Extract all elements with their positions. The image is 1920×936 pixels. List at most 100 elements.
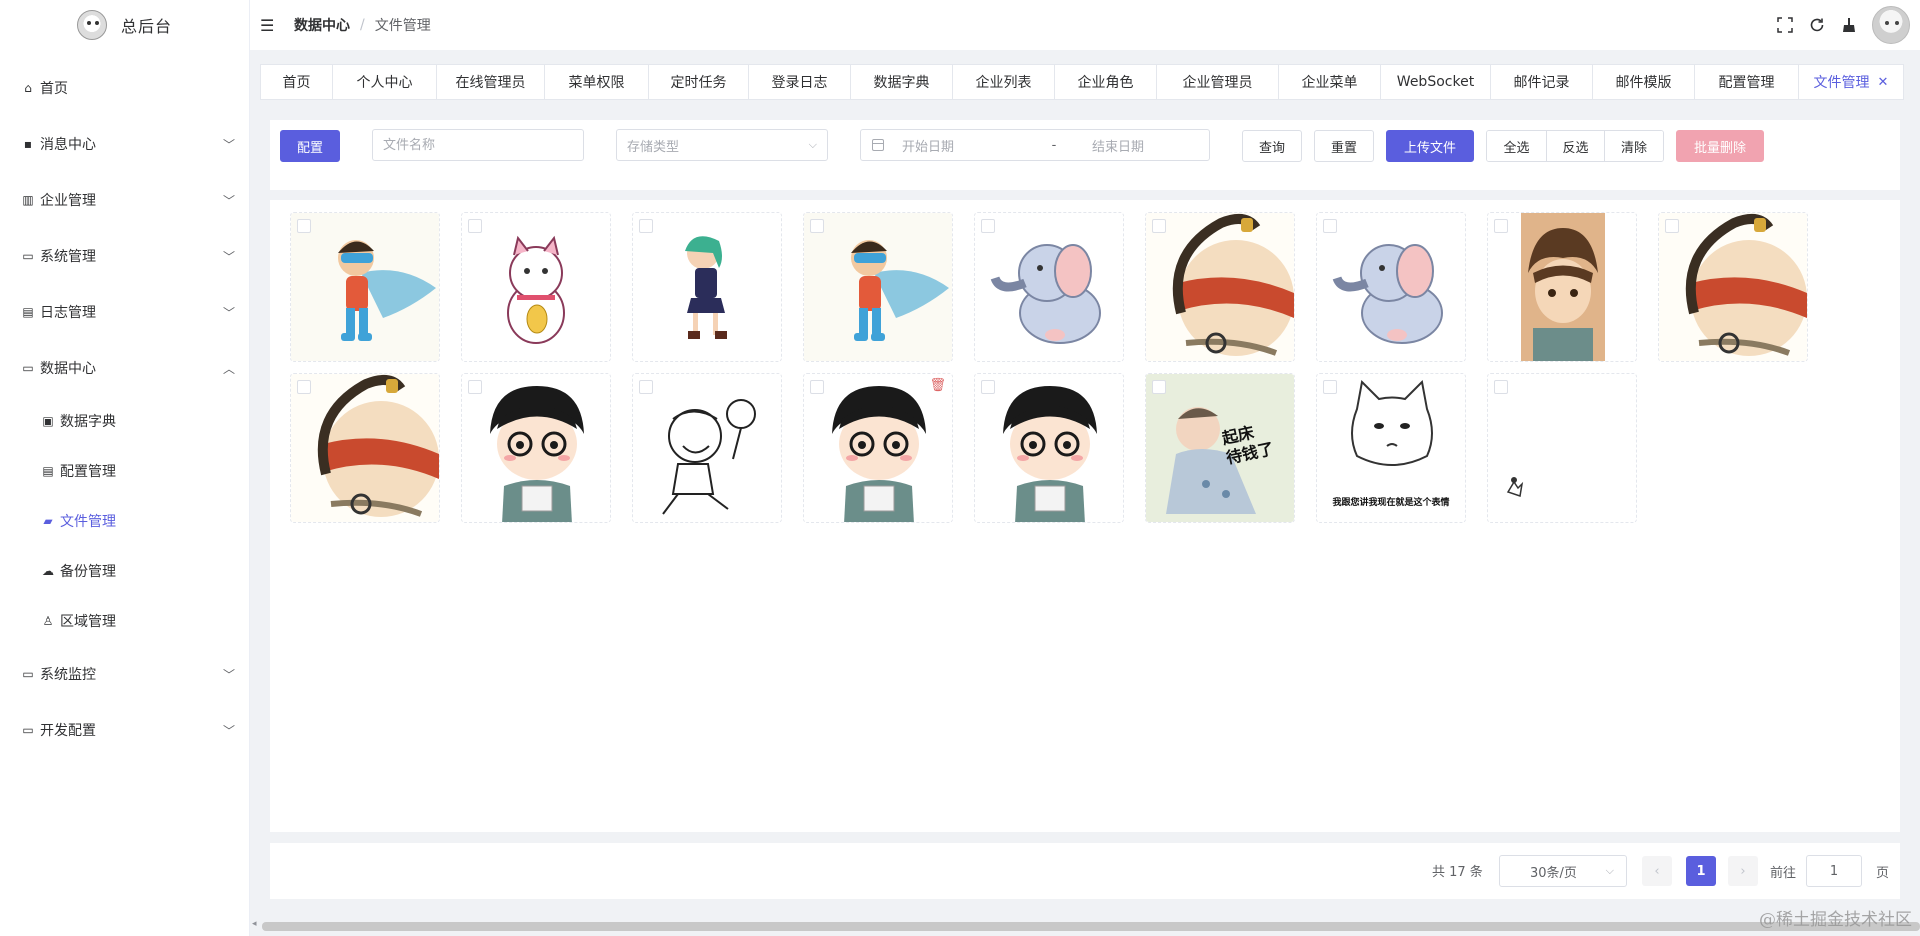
date-range-picker[interactable]: 开始日期 - 结束日期 [860, 129, 1210, 161]
tab-item[interactable]: 菜单权限 [545, 65, 649, 99]
file-checkbox[interactable] [810, 380, 824, 394]
file-checkbox[interactable] [297, 219, 311, 233]
file-tile[interactable]: 起床 待钱了 [1145, 373, 1295, 523]
reset-button[interactable]: 重置 [1314, 130, 1374, 162]
file-tile[interactable]: 🗑 [803, 373, 953, 523]
file-tile[interactable] [974, 373, 1124, 523]
tab-item[interactable]: 数据字典 [851, 65, 953, 99]
filename-input[interactable] [372, 129, 584, 161]
chevron-down-icon: ⌵ [1605, 864, 1614, 877]
sidebar-item[interactable]: ▭ 数据中心 ︿ [0, 340, 249, 396]
file-checkbox[interactable] [1323, 219, 1337, 233]
clear-selection-button[interactable]: 清除 [1605, 131, 1663, 161]
scrollbar-thumb[interactable] [262, 922, 1920, 931]
sidebar-subitem[interactable]: ▤ 配置管理 [0, 446, 249, 496]
page-number-button[interactable]: 1 [1686, 856, 1716, 886]
file-checkbox[interactable] [1152, 380, 1166, 394]
breadcrumb-parent[interactable]: 数据中心 [294, 15, 350, 35]
tab-item[interactable]: 企业菜单 [1279, 65, 1381, 99]
file-tile[interactable] [1487, 373, 1637, 523]
file-thumbnail [633, 374, 781, 522]
tab-item[interactable]: 定时任务 [649, 65, 749, 99]
file-checkbox[interactable] [468, 380, 482, 394]
tab-item[interactable]: 邮件模版 [1593, 65, 1695, 99]
select-all-button[interactable]: 全选 [1487, 131, 1547, 161]
tab-label: 邮件记录 [1513, 75, 1570, 91]
file-thumbnail [804, 374, 952, 522]
tab-item[interactable]: 企业管理员 [1157, 65, 1279, 99]
sidebar-item[interactable]: ▪ 消息中心 ﹀ [0, 116, 249, 172]
file-checkbox[interactable] [297, 380, 311, 394]
file-tile[interactable] [461, 373, 611, 523]
file-tile[interactable] [803, 212, 953, 362]
sidebar-item[interactable]: ⌂ 首页 [0, 60, 249, 116]
file-checkbox[interactable] [1152, 219, 1166, 233]
prev-page-button[interactable]: ‹ [1642, 856, 1672, 886]
file-checkbox[interactable] [1665, 219, 1679, 233]
batch-delete-button[interactable]: 批量删除 [1676, 130, 1764, 162]
sidebar-item[interactable]: ▥ 企业管理 ﹀ [0, 172, 249, 228]
tab-item[interactable]: 配置管理 [1695, 65, 1799, 99]
scroll-left-icon[interactable]: ◂ [252, 919, 257, 929]
tab-item[interactable]: 企业角色 [1055, 65, 1157, 99]
sidebar-subitem[interactable]: ▣ 数据字典 [0, 396, 249, 446]
config-button[interactable]: 配置 [280, 130, 340, 162]
file-checkbox[interactable] [1323, 380, 1337, 394]
sidebar-item[interactable]: ▤ 日志管理 ﹀ [0, 284, 249, 340]
file-checkbox[interactable] [639, 380, 653, 394]
tab-item[interactable]: 文件管理 ✕ [1799, 65, 1903, 99]
file-tile[interactable] [632, 212, 782, 362]
next-page-button[interactable]: › [1728, 856, 1758, 886]
close-icon[interactable]: ✕ [1878, 75, 1889, 90]
file-tile[interactable] [290, 212, 440, 362]
file-checkbox[interactable] [468, 219, 482, 233]
file-tile[interactable] [1658, 212, 1808, 362]
clean-icon[interactable] [1840, 16, 1858, 34]
file-checkbox[interactable] [981, 380, 995, 394]
horizontal-scrollbar[interactable]: ◂ [252, 919, 1920, 931]
sidebar-subitem-label: 配置管理 [60, 464, 116, 480]
collapse-menu-icon[interactable]: ☰ [260, 16, 276, 35]
tab-item[interactable]: 个人中心 [333, 65, 437, 99]
file-checkbox[interactable] [810, 219, 824, 233]
fullscreen-icon[interactable] [1776, 16, 1794, 34]
upload-button[interactable]: 上传文件 [1386, 130, 1474, 162]
tab-label: WebSocket [1396, 74, 1475, 90]
page-size-select[interactable]: 30条/页 ⌵ [1499, 855, 1627, 887]
tab-item[interactable]: 邮件记录 [1491, 65, 1593, 99]
tab-label: 在线管理员 [455, 75, 526, 91]
tab-item[interactable]: 登录日志 [749, 65, 851, 99]
tab-item[interactable]: 首页 [261, 65, 333, 99]
file-checkbox[interactable] [981, 219, 995, 233]
invert-select-button[interactable]: 反选 [1547, 131, 1605, 161]
tab-item[interactable]: WebSocket [1381, 65, 1491, 99]
storage-type-select[interactable]: 存储类型 ⌵ [616, 129, 828, 161]
file-tile[interactable] [974, 212, 1124, 362]
sidebar-subitem[interactable]: ♙ 区域管理 [0, 596, 249, 646]
file-checkbox[interactable] [639, 219, 653, 233]
sidebar-item[interactable]: ▭ 开发配置 ﹀ [0, 702, 249, 758]
refresh-icon[interactable] [1808, 16, 1826, 34]
file-tile[interactable] [461, 212, 611, 362]
sidebar-item[interactable]: ▭ 系统管理 ﹀ [0, 228, 249, 284]
goto-page-input[interactable] [1806, 855, 1862, 887]
file-tile[interactable]: 我跟您讲我现在就是这个表情 [1316, 373, 1466, 523]
file-checkbox[interactable] [1494, 219, 1508, 233]
tab-item[interactable]: 企业列表 [953, 65, 1055, 99]
file-tile[interactable] [632, 373, 782, 523]
avatar[interactable] [1872, 6, 1910, 44]
file-thumbnail [462, 374, 610, 522]
file-tile[interactable] [1487, 212, 1637, 362]
tab-label: 菜单权限 [568, 75, 625, 91]
trash-icon[interactable]: 🗑 [929, 378, 946, 393]
sidebar-subitem[interactable]: ▰ 文件管理 [0, 496, 249, 546]
sidebar-subitem[interactable]: ☁ 备份管理 [0, 546, 249, 596]
sidebar-item[interactable]: ▭ 系统监控 ﹀ [0, 646, 249, 702]
file-tile[interactable] [290, 373, 440, 523]
brand: 总后台 [0, 0, 249, 50]
file-checkbox[interactable] [1494, 380, 1508, 394]
query-button[interactable]: 查询 [1242, 130, 1302, 162]
file-tile[interactable] [1316, 212, 1466, 362]
file-tile[interactable] [1145, 212, 1295, 362]
tab-item[interactable]: 在线管理员 [437, 65, 545, 99]
